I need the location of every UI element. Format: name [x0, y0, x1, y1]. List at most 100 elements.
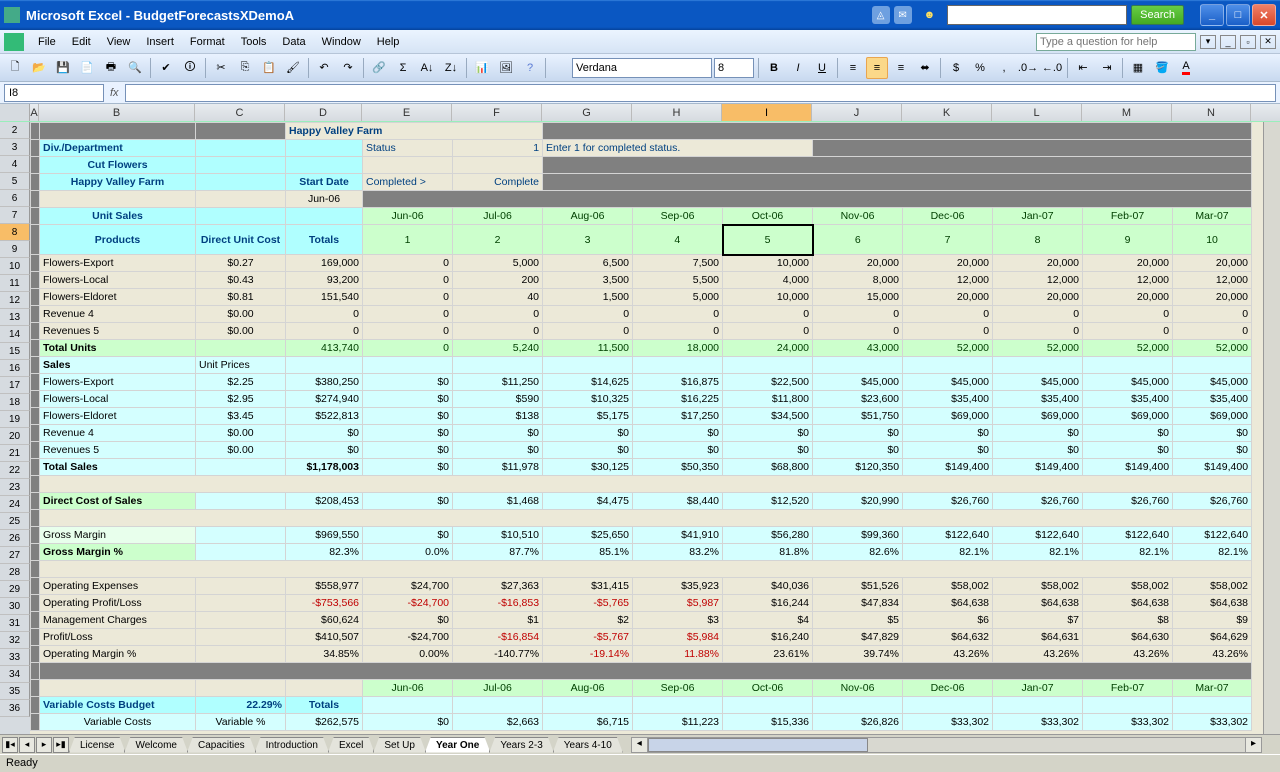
cell[interactable]: [196, 157, 286, 174]
cell[interactable]: [40, 680, 196, 697]
cell[interactable]: Flowers-Eldoret: [40, 289, 196, 306]
cell[interactable]: $4,475: [543, 493, 633, 510]
cell[interactable]: 0: [723, 323, 813, 340]
cell[interactable]: 82.3%: [286, 544, 363, 561]
cell[interactable]: 39.74%: [813, 646, 903, 663]
cell[interactable]: Gross Margin: [40, 527, 196, 544]
row-3[interactable]: 3: [0, 139, 30, 156]
cell[interactable]: [31, 340, 40, 357]
cell[interactable]: $64,629: [1173, 629, 1252, 646]
cell[interactable]: $35,400: [1083, 391, 1173, 408]
cell[interactable]: [31, 544, 40, 561]
row-4[interactable]: 4: [0, 156, 30, 173]
cell[interactable]: [286, 157, 363, 174]
cell[interactable]: Unit Sales: [40, 208, 196, 225]
row-2[interactable]: 2: [0, 122, 30, 139]
cell[interactable]: [31, 561, 40, 578]
comma-icon[interactable]: ,: [993, 57, 1015, 79]
cell[interactable]: Variable %: [196, 714, 286, 731]
menu-view[interactable]: View: [99, 33, 139, 51]
cell[interactable]: $1,178,003: [286, 459, 363, 476]
cell[interactable]: [196, 340, 286, 357]
maximize-button[interactable]: □: [1226, 4, 1250, 26]
cell[interactable]: $0: [543, 442, 633, 459]
cell[interactable]: $64,638: [903, 595, 993, 612]
cell[interactable]: Operating Margin %: [40, 646, 196, 663]
cell[interactable]: Products: [40, 225, 196, 255]
cell[interactable]: Mar-07: [1173, 680, 1252, 697]
cell[interactable]: [543, 157, 1252, 174]
cell[interactable]: 0: [363, 340, 453, 357]
row-5[interactable]: 5: [0, 173, 30, 190]
cell[interactable]: 0: [813, 306, 903, 323]
cell[interactable]: $122,640: [903, 527, 993, 544]
cell[interactable]: $64,631: [993, 629, 1083, 646]
menu-help[interactable]: Help: [369, 33, 408, 51]
cell[interactable]: $26,760: [993, 493, 1083, 510]
cell[interactable]: 4,000: [723, 272, 813, 289]
menu-insert[interactable]: Insert: [138, 33, 182, 51]
col-B[interactable]: B: [39, 104, 195, 121]
cell[interactable]: 6: [813, 225, 903, 255]
cell[interactable]: $5,987: [633, 595, 723, 612]
cell[interactable]: Variable Costs: [40, 714, 196, 731]
currency-icon[interactable]: $: [945, 57, 967, 79]
open-icon[interactable]: 📂: [28, 57, 50, 79]
cell[interactable]: [31, 595, 40, 612]
cell[interactable]: $0: [723, 425, 813, 442]
cell[interactable]: 8: [993, 225, 1083, 255]
cell[interactable]: [31, 123, 40, 140]
cell[interactable]: 93,200: [286, 272, 363, 289]
cell[interactable]: $122,640: [1083, 527, 1173, 544]
cell[interactable]: 169,000: [286, 255, 363, 272]
cell[interactable]: $590: [453, 391, 543, 408]
print-icon[interactable]: 🖶: [100, 57, 122, 79]
cell[interactable]: 8,000: [813, 272, 903, 289]
cell[interactable]: $522,813: [286, 408, 363, 425]
cell[interactable]: $16,240: [723, 629, 813, 646]
cell[interactable]: [40, 510, 1252, 527]
cell[interactable]: 52,000: [1173, 340, 1252, 357]
tab-nav-next[interactable]: ▸: [36, 737, 52, 753]
sheet-tab-year-one[interactable]: Year One: [425, 737, 490, 753]
col-J[interactable]: J: [812, 104, 902, 121]
cell[interactable]: [31, 174, 40, 191]
cell[interactable]: [286, 357, 363, 374]
cell[interactable]: [31, 612, 40, 629]
cell[interactable]: -$5,767: [543, 629, 633, 646]
row-27[interactable]: 27: [0, 547, 30, 564]
cell[interactable]: $69,000: [1173, 408, 1252, 425]
italic-icon[interactable]: I: [787, 57, 809, 79]
font-name-select[interactable]: [572, 58, 712, 78]
cell[interactable]: [31, 391, 40, 408]
cell[interactable]: 0: [363, 255, 453, 272]
cell[interactable]: 83.2%: [633, 544, 723, 561]
cell[interactable]: 5,500: [633, 272, 723, 289]
cell[interactable]: 0: [363, 289, 453, 306]
cell[interactable]: [196, 612, 286, 629]
cell[interactable]: $122,640: [1173, 527, 1252, 544]
cell[interactable]: $35,923: [633, 578, 723, 595]
cell[interactable]: 20,000: [1083, 255, 1173, 272]
cell[interactable]: 52,000: [903, 340, 993, 357]
cell[interactable]: 2: [453, 225, 543, 255]
cell[interactable]: 1: [363, 225, 453, 255]
cell[interactable]: $6: [903, 612, 993, 629]
cell[interactable]: 0: [1083, 323, 1173, 340]
cell[interactable]: [31, 629, 40, 646]
cell[interactable]: Jan-07: [993, 680, 1083, 697]
print-preview-icon[interactable]: 🔍: [124, 57, 146, 79]
cell[interactable]: $5,984: [633, 629, 723, 646]
cell[interactable]: Totals: [286, 225, 363, 255]
sheet-tab-years-4-10[interactable]: Years 4-10: [553, 737, 623, 753]
col-N[interactable]: N: [1172, 104, 1251, 121]
cell[interactable]: $33,302: [1083, 714, 1173, 731]
cell[interactable]: $0: [633, 425, 723, 442]
cell[interactable]: $26,760: [1173, 493, 1252, 510]
copy-icon[interactable]: ⎘: [234, 57, 256, 79]
cell[interactable]: $9: [1173, 612, 1252, 629]
merge-center-icon[interactable]: ⬌: [914, 57, 936, 79]
cell[interactable]: Jun-06: [363, 680, 453, 697]
cell[interactable]: [40, 123, 196, 140]
cell[interactable]: Sales: [40, 357, 196, 374]
